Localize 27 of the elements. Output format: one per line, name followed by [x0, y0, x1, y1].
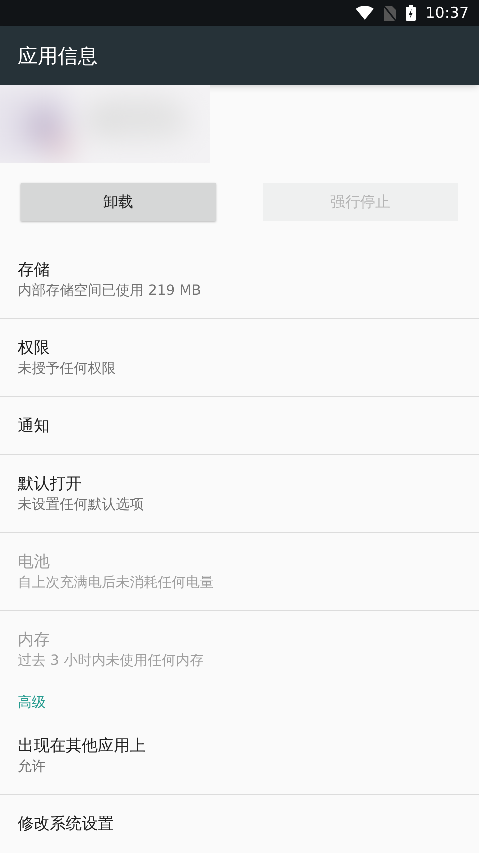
- clock: 10:37: [426, 2, 469, 24]
- item-title: 出现在其他应用上: [18, 734, 147, 756]
- settings-item[interactable]: 默认打开 未设置任何默认选项: [0, 455, 479, 533]
- toolbar-title: 应用信息: [18, 42, 98, 70]
- item-summary: 允许: [18, 758, 47, 776]
- settings-item[interactable]: 存储 内部存储空间已使用 219 MB: [0, 241, 479, 319]
- item-title: 修改系统设置: [18, 813, 115, 835]
- item-title: 内存: [18, 629, 51, 651]
- item-summary: 未授予任何权限: [18, 360, 117, 378]
- item-title: 通知: [18, 414, 51, 436]
- no-sim-icon: [384, 6, 396, 20]
- item-summary: 未设置任何默认选项: [18, 496, 145, 514]
- wifi-icon: [356, 6, 374, 20]
- item-title: 默认打开: [18, 472, 83, 494]
- item-summary: 过去 3 小时内未使用任何内存: [18, 652, 205, 671]
- item-title: 电池: [18, 550, 51, 572]
- battery-charging-icon: [406, 5, 416, 21]
- settings-item[interactable]: 出现在其他应用上 允许: [0, 717, 479, 795]
- item-title: 存储: [18, 258, 51, 280]
- settings-item[interactable]: 权限 未授予任何权限: [0, 319, 479, 397]
- action-button[interactable]: 卸载: [21, 183, 216, 221]
- item-summary: 自上次充满电后未消耗任何电量: [18, 574, 215, 592]
- item-summary: 内部存储空间已使用 219 MB: [18, 282, 202, 300]
- settings-item[interactable]: 通知: [0, 397, 479, 455]
- settings-item[interactable]: 修改系统设置: [0, 795, 479, 853]
- item-title: 权限: [18, 336, 51, 358]
- section-heading: 高级: [18, 694, 46, 712]
